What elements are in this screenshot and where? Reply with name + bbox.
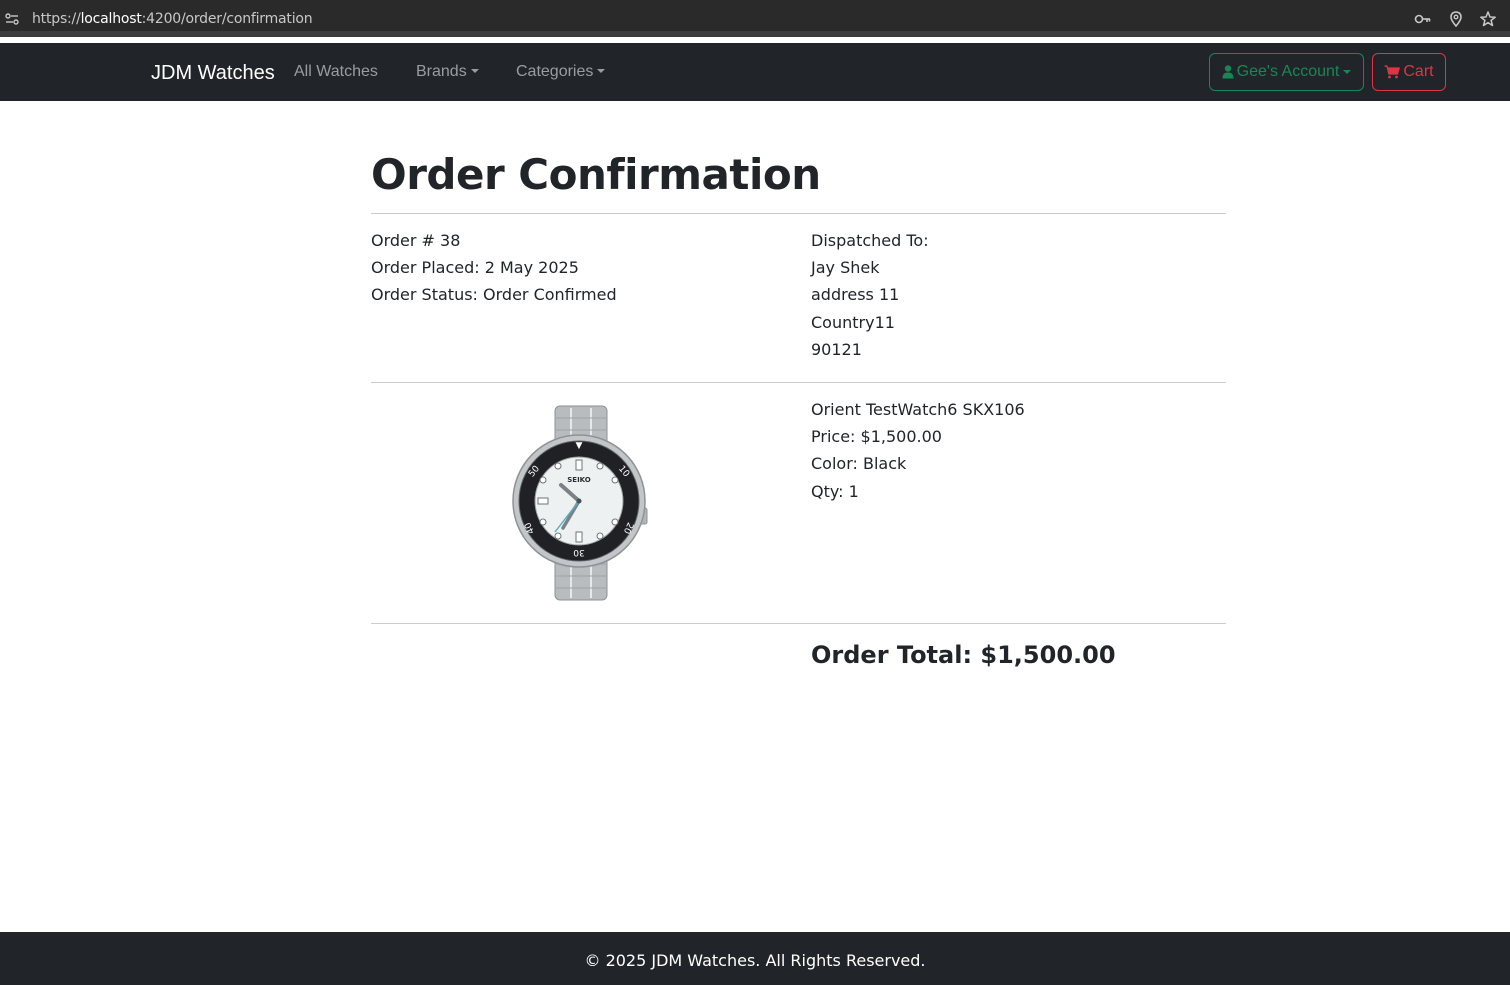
svg-text:SEIKO: SEIKO (567, 476, 591, 484)
order-status: Order Status: Order Confirmed (371, 285, 617, 304)
chevron-down-icon (1343, 70, 1352, 74)
page-title: Order Confirmation (371, 150, 821, 199)
item-name: Orient TestWatch6 SKX106 (811, 400, 1025, 419)
divider (371, 213, 1226, 214)
navbar: JDM Watches All Watches Brands Categorie… (0, 43, 1510, 101)
password-key-icon[interactable] (1414, 10, 1432, 28)
chevron-down-icon (470, 69, 479, 73)
dispatch-postcode: 90121 (811, 340, 862, 359)
divider (371, 623, 1226, 624)
user-icon (1222, 65, 1234, 79)
order-placed-date: Order Placed: 2 May 2025 (371, 258, 579, 277)
order-total: Order Total: $1,500.00 (811, 641, 1116, 669)
brand-link[interactable]: JDM Watches (151, 62, 275, 85)
footer: © 2025 JDM Watches. All Rights Reserved. (0, 932, 1510, 985)
svg-text:30: 30 (573, 547, 585, 557)
account-dropdown-button[interactable]: Gee's Account (1209, 53, 1364, 91)
item-color: Color: Black (811, 454, 907, 473)
svg-text:▼: ▼ (576, 441, 583, 451)
browser-address-bar: https://localhost:4200/order/confirmatio… (0, 0, 1510, 37)
footer-copyright: © 2025 JDM Watches. All Rights Reserved. (584, 951, 926, 970)
bookmark-star-icon[interactable] (1479, 10, 1497, 28)
nav-brands-dropdown[interactable]: Brands (416, 63, 479, 81)
dispatch-name: Jay Shek (811, 258, 880, 277)
dispatch-country: Country11 (811, 313, 895, 332)
product-image: ▼ 10 20 30 40 50 SEIKO (512, 405, 648, 601)
chevron-down-icon (597, 69, 606, 73)
nav-brands-label: Brands (416, 63, 467, 80)
nav-categories-dropdown[interactable]: Categories (516, 63, 606, 81)
address-url[interactable]: https://localhost:4200/order/confirmatio… (32, 11, 313, 27)
nav-all-watches[interactable]: All Watches (294, 63, 378, 81)
nav-categories-label: Categories (516, 63, 594, 80)
divider (371, 382, 1226, 383)
dispatch-address: address 11 (811, 285, 900, 304)
location-pin-icon[interactable] (1447, 10, 1465, 28)
cart-label: Cart (1403, 63, 1434, 80)
cart-button[interactable]: Cart (1372, 53, 1446, 91)
dispatch-heading: Dispatched To: (811, 231, 929, 250)
order-number: Order # 38 (371, 231, 461, 250)
cart-icon (1384, 65, 1401, 79)
item-price: Price: $1,500.00 (811, 427, 942, 446)
account-label: Gee's Account (1236, 63, 1340, 80)
item-quantity: Qty: 1 (811, 482, 859, 501)
site-info-icon[interactable] (4, 11, 20, 27)
